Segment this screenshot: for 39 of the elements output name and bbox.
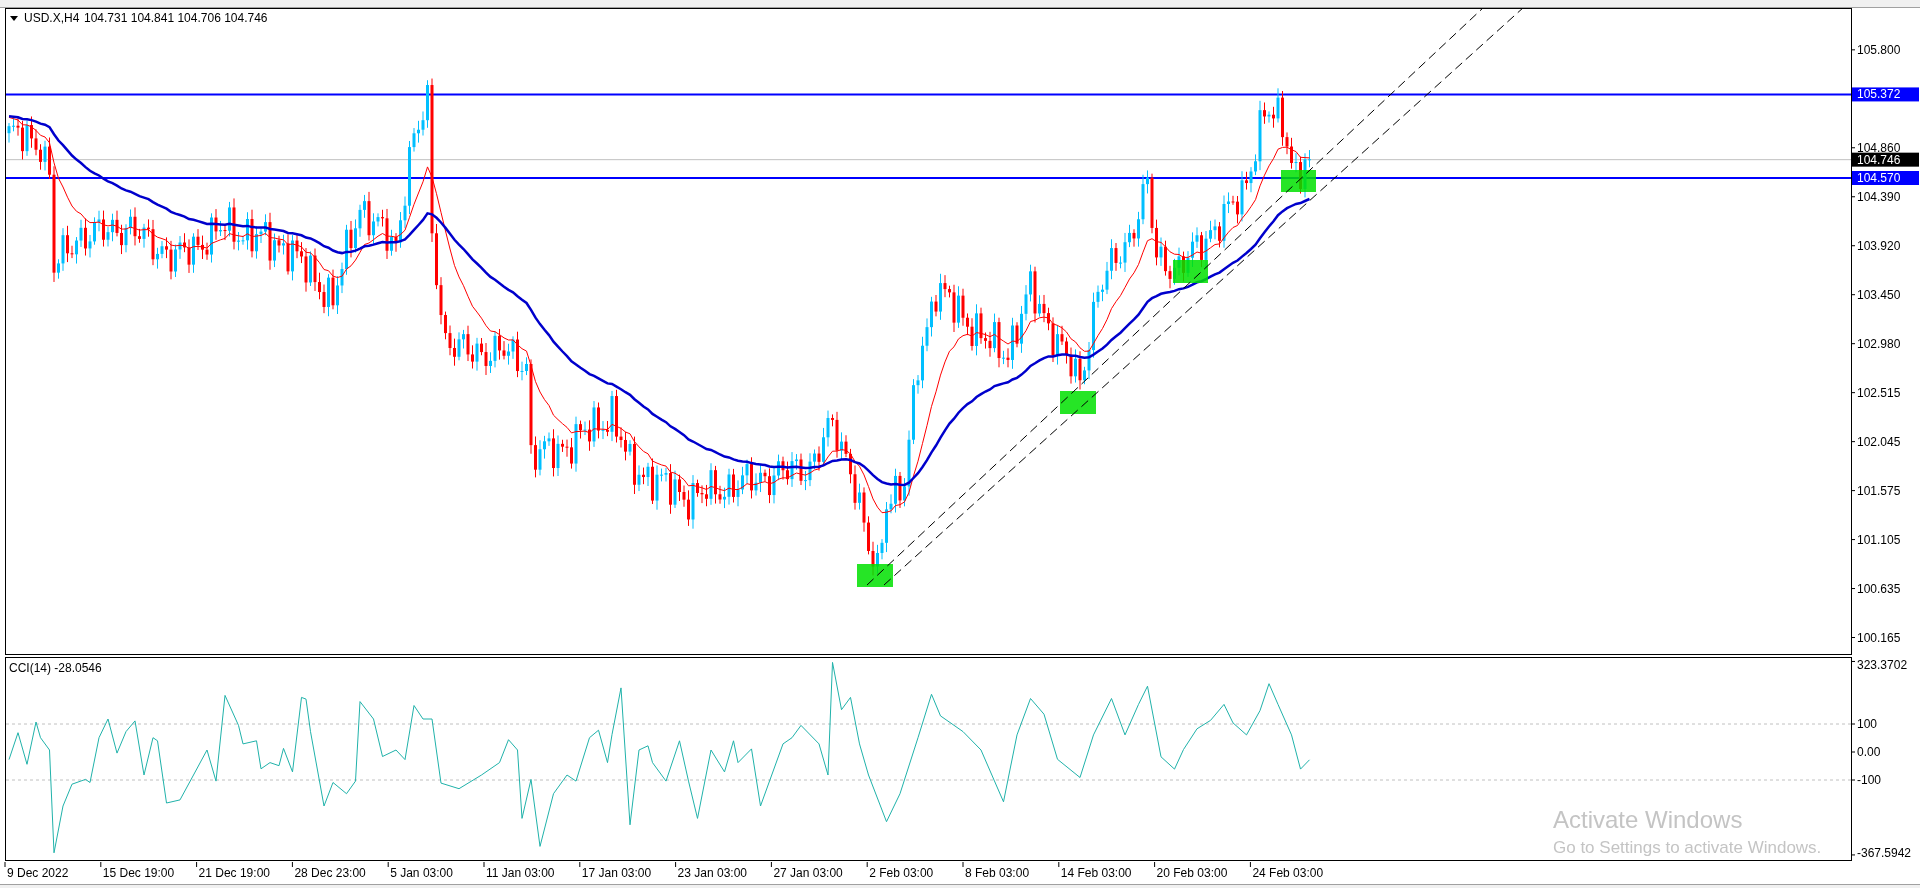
price-label: 104.746: [1852, 152, 1919, 167]
axis-label: 101.105: [1857, 532, 1901, 547]
axis-label: 100.165: [1857, 630, 1901, 645]
axis-label: 11 Jan 03:00: [486, 866, 555, 880]
axis-label: 17 Jan 03:00: [581, 866, 652, 880]
quote-values: 104.731 104.841 104.706 104.746: [84, 11, 268, 25]
axis-label: 105.800: [1857, 42, 1901, 57]
symbol-label: USD.X,H4: [24, 11, 80, 25]
axis-label: 101.575: [1857, 483, 1901, 498]
axis-label: -367.5942: [1857, 846, 1912, 860]
axis-label: 102.045: [1857, 434, 1901, 449]
axis-label: 0.00: [1857, 745, 1881, 759]
activation-notice-text: Go to Settings to activate Windows.: [1553, 838, 1822, 858]
axis-label: 100: [1857, 717, 1878, 731]
axis-label: 27 Jan 03:00: [773, 866, 843, 880]
axis-label: 14 Feb 03:00: [1060, 866, 1132, 880]
price-label: 104.570: [1852, 171, 1919, 185]
price-label: 105.372: [1852, 87, 1919, 102]
axis-label: 102.980: [1857, 336, 1901, 351]
axis-label: 21 Dec 19:00: [198, 866, 270, 880]
axis-label: 103.450: [1857, 287, 1901, 302]
axis-label: 5 Jan 03:00: [390, 866, 453, 880]
axis-label: 20 Feb 03:00: [1156, 866, 1228, 880]
axis-label: 9 Dec 2022: [7, 866, 69, 880]
axis-label: 100.635: [1857, 581, 1901, 596]
axis-label: 104.390: [1857, 189, 1901, 204]
axis-label: 104.860: [1857, 140, 1901, 155]
axis-label: 2 Feb 03:00: [869, 866, 934, 880]
indicator-label: CCI(14) -28.0546: [9, 661, 102, 675]
axis-label: 24 Feb 03:00: [1252, 866, 1324, 880]
axis-label: 28 Dec 23:00: [294, 866, 366, 880]
axis-label: 8 Feb 03:00: [965, 866, 1030, 880]
axis-label: 323.3702: [1857, 658, 1908, 672]
axis-label: 103.920: [1857, 238, 1901, 253]
axis-label: -100: [1857, 773, 1882, 787]
axis-label: 102.515: [1857, 385, 1901, 400]
axis-label: 15 Dec 19:00: [102, 866, 175, 880]
axis-label: 23 Jan 03:00: [677, 866, 747, 880]
activation-notice-title: Activate Windows: [1553, 806, 1744, 834]
